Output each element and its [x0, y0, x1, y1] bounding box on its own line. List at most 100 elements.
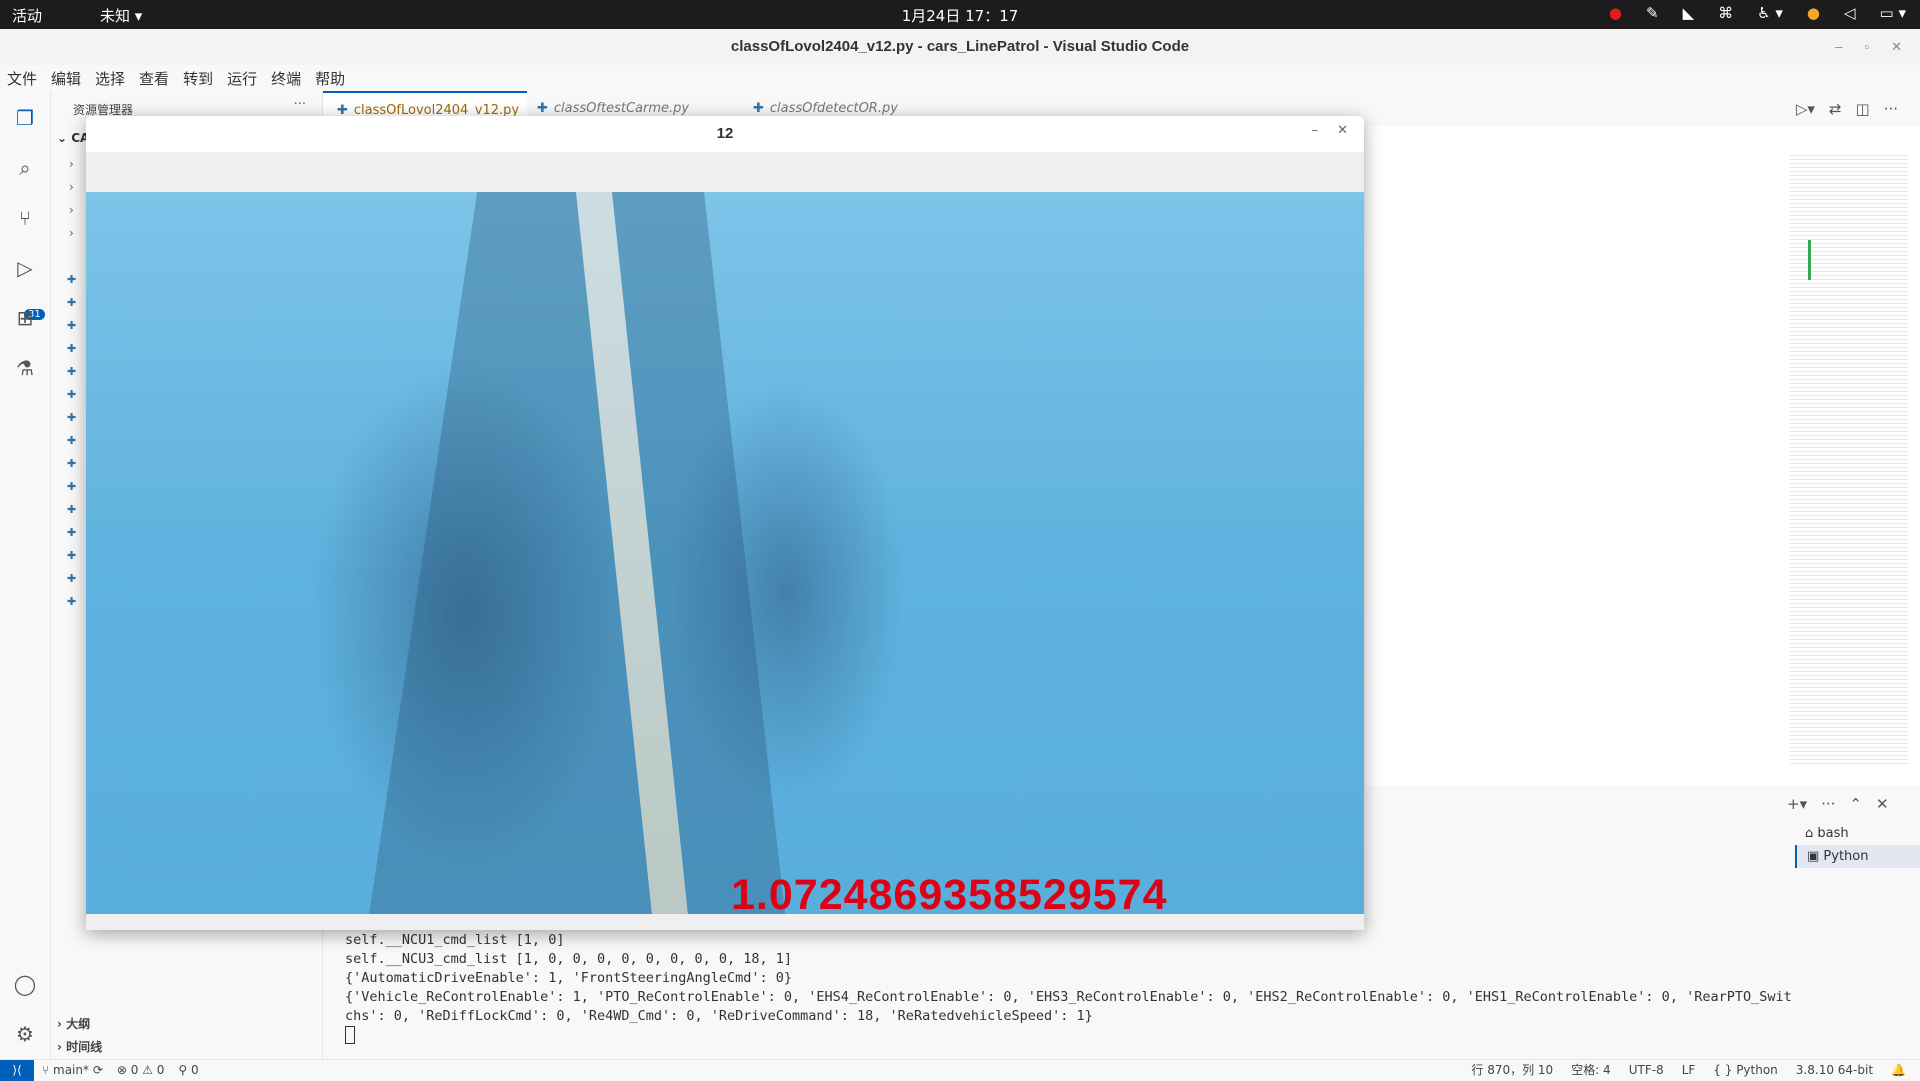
- ports-count: 0: [191, 1063, 199, 1077]
- cursor-position[interactable]: 行 870，列 10: [1471, 1060, 1553, 1081]
- system-tray: ● ✎ ◣ ⌘ ♿ ▾ ● ◁ ▭ ▾: [1609, 4, 1906, 22]
- indentation[interactable]: 空格: 4: [1571, 1060, 1611, 1081]
- gear-icon[interactable]: ⚙: [10, 1019, 40, 1049]
- interpreter[interactable]: 3.8.10 64-bit: [1796, 1060, 1873, 1081]
- timeline-section[interactable]: › 时间线: [57, 1038, 102, 1055]
- minimap-change-marker: [1808, 240, 1811, 280]
- menu-selection[interactable]: 选择: [88, 65, 132, 91]
- image-window[interactable]: 12 – ✕ 1.0724869358529574: [86, 116, 1364, 930]
- run-icon[interactable]: ▷▾: [1796, 100, 1815, 118]
- testing-icon[interactable]: ⚗: [10, 353, 40, 383]
- problems-indicator[interactable]: ⊗ 0 ⚠ 0: [117, 1060, 165, 1081]
- python-file-icon[interactable]: ✚: [67, 526, 77, 539]
- menu-terminal[interactable]: 终端: [264, 65, 308, 91]
- more-icon[interactable]: ···: [1884, 100, 1898, 118]
- terminal-output[interactable]: 进入到识别不到的状态self.__NCU1_cmd_list [1, 0]sel…: [345, 913, 1792, 1045]
- account-icon[interactable]: ◯: [10, 969, 40, 999]
- tab-label: classOfdetectOR.py: [769, 101, 898, 116]
- terminal-line: self.__NCU3_cmd_list [1, 0, 0, 0, 0, 0, …: [345, 951, 793, 967]
- extensions-icon[interactable]: ⊞: [10, 303, 40, 333]
- encoding[interactable]: UTF-8: [1629, 1060, 1664, 1081]
- pen-icon[interactable]: ✎: [1646, 4, 1659, 22]
- window-title: classOfLovol2404_v12.py - cars_LinePatro…: [730, 38, 1190, 55]
- menu-run[interactable]: 运行: [220, 65, 264, 91]
- python-file-icon[interactable]: ✚: [67, 503, 77, 516]
- eol[interactable]: LF: [1682, 1060, 1696, 1081]
- menu-help[interactable]: 帮助: [308, 65, 352, 91]
- terminal-item-bash[interactable]: ⌂ bash: [1795, 822, 1920, 845]
- bell-icon[interactable]: 🔔: [1891, 1060, 1906, 1081]
- clock[interactable]: 1月24日 17：17: [900, 5, 1020, 26]
- overlay-value: 1.0724869358529574: [731, 871, 1168, 919]
- menu-go[interactable]: 转到: [176, 65, 220, 91]
- branch-label: main*: [53, 1063, 89, 1077]
- network-icon[interactable]: ◣: [1683, 4, 1695, 22]
- python-file-icon[interactable]: ✚: [67, 296, 77, 309]
- minimize-icon[interactable]: –: [1835, 29, 1842, 65]
- close-icon[interactable]: ✕: [1891, 29, 1902, 65]
- terminal-line: chs': 0, 'ReDiffLockCmd': 0, 'Re4WD_Cmd'…: [345, 1008, 1093, 1024]
- activities-button[interactable]: 活动: [12, 5, 42, 26]
- minimize-icon[interactable]: –: [1312, 123, 1319, 138]
- branch-indicator[interactable]: ⑂ main* ⟳: [42, 1060, 103, 1081]
- menu-file[interactable]: 文件: [0, 65, 44, 91]
- image-window-statusbar: [86, 914, 1364, 930]
- status-dot-icon[interactable]: ●: [1807, 4, 1820, 22]
- run-debug-icon[interactable]: ▷: [10, 253, 40, 283]
- python-file-icon[interactable]: ✚: [67, 457, 77, 470]
- command-icon[interactable]: ⌘: [1718, 4, 1733, 22]
- python-file-icon[interactable]: ✚: [67, 595, 77, 608]
- python-file-icon: ✚: [753, 101, 764, 116]
- tree-folder[interactable]: ›: [69, 157, 74, 171]
- more-icon[interactable]: ···: [1821, 795, 1835, 813]
- explorer-icon[interactable]: ❐: [10, 103, 40, 133]
- python-file-icon[interactable]: ✚: [67, 273, 77, 286]
- split-editor-icon[interactable]: ◫: [1856, 100, 1870, 118]
- language-mode[interactable]: { } Python: [1713, 1060, 1778, 1081]
- tab-label: classOftestCarme.py: [553, 101, 690, 116]
- search-icon[interactable]: ⌕: [10, 153, 40, 183]
- remote-icon[interactable]: ⟩⟨: [0, 1060, 34, 1081]
- terminal-list: ⌂ bash ▣ Python: [1795, 822, 1920, 868]
- menu-edit[interactable]: 编辑: [44, 65, 88, 91]
- source-control-icon[interactable]: ⑂: [10, 203, 40, 233]
- add-terminal-icon[interactable]: +▾: [1787, 795, 1807, 813]
- python-file-icon[interactable]: ✚: [67, 411, 77, 424]
- python-file-icon[interactable]: ✚: [67, 480, 77, 493]
- maximize-icon[interactable]: ▫: [1864, 29, 1869, 65]
- outline-label: 大纲: [66, 1017, 91, 1031]
- accessibility-icon[interactable]: ♿ ▾: [1757, 4, 1783, 22]
- terminal-line: {'AutomaticDriveEnable': 1, 'FrontSteeri…: [345, 970, 793, 986]
- python-file-icon[interactable]: ✚: [67, 549, 77, 562]
- app-menu[interactable]: 未知 ▾: [100, 5, 142, 26]
- more-icon[interactable]: ···: [294, 97, 306, 112]
- battery-icon[interactable]: ▭ ▾: [1880, 4, 1906, 22]
- ports-indicator[interactable]: ⚲ 0: [178, 1060, 198, 1081]
- close-icon[interactable]: ✕: [1876, 795, 1889, 813]
- alert-icon[interactable]: ●: [1609, 4, 1622, 22]
- outline-section[interactable]: › 大纲: [57, 1015, 90, 1032]
- python-file-icon[interactable]: ✚: [67, 342, 77, 355]
- terminal-icon: ▣: [1807, 849, 1824, 864]
- tree-folder[interactable]: ›: [69, 203, 74, 217]
- compare-icon[interactable]: ⇄: [1829, 100, 1842, 118]
- menu-view[interactable]: 查看: [132, 65, 176, 91]
- chevron-up-icon[interactable]: ⌃: [1849, 795, 1862, 813]
- python-file-icon[interactable]: ✚: [67, 388, 77, 401]
- tree-folder[interactable]: ›: [69, 226, 74, 240]
- python-file-icon[interactable]: ✚: [67, 365, 77, 378]
- window-titlebar: classOfLovol2404_v12.py - cars_LinePatro…: [0, 29, 1920, 65]
- tree-folder[interactable]: ›: [69, 180, 74, 194]
- error-count: 0: [130, 1063, 139, 1077]
- terminal-item-python[interactable]: ▣ Python: [1795, 845, 1920, 868]
- terminal-icon: ⌂: [1805, 826, 1818, 841]
- close-icon[interactable]: ✕: [1337, 123, 1348, 138]
- terminal-cursor: [345, 1026, 355, 1044]
- python-file-icon: ✚: [537, 101, 548, 116]
- volume-icon[interactable]: ◁: [1844, 4, 1856, 22]
- status-bar: ⟩⟨ ⑂ main* ⟳ ⊗ 0 ⚠ 0 ⚲ 0 行 870，列 10 空格: …: [0, 1059, 1920, 1081]
- python-file-icon[interactable]: ✚: [67, 572, 77, 585]
- workspace-root[interactable]: ⌄ CA: [57, 131, 89, 145]
- python-file-icon[interactable]: ✚: [67, 434, 77, 447]
- python-file-icon[interactable]: ✚: [67, 319, 77, 332]
